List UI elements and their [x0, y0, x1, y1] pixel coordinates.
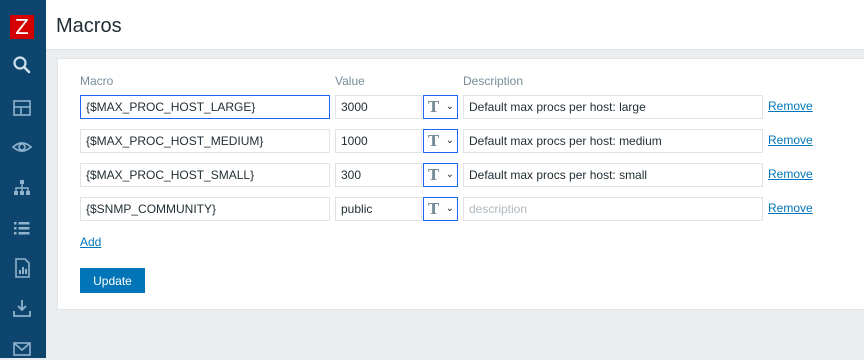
page-header: Macros — [46, 0, 864, 50]
macro-name-input[interactable]: {$MAX_PROC_HOST_LARGE} — [80, 95, 330, 119]
macro-value-input[interactable]: 3000 — [335, 95, 422, 119]
remove-link[interactable]: Remove — [768, 99, 813, 113]
chevron-down-icon: ⌄ — [445, 135, 454, 146]
macro-value-input[interactable]: 1000 — [335, 129, 422, 153]
search-icon[interactable] — [11, 54, 33, 76]
macro-name-input[interactable]: {$MAX_PROC_HOST_MEDIUM} — [80, 129, 330, 153]
column-header-macro: Macro — [80, 74, 114, 88]
column-header-value: Value — [335, 74, 365, 88]
text-type-icon: T — [428, 98, 440, 116]
download-icon[interactable] — [11, 297, 33, 319]
monitoring-icon[interactable] — [11, 136, 33, 158]
list-icon[interactable] — [11, 217, 33, 239]
zabbix-logo[interactable]: Z — [10, 15, 34, 39]
value-type-select[interactable]: T ⌄ — [423, 163, 458, 187]
macro-name-input[interactable]: {$MAX_PROC_HOST_SMALL} — [80, 163, 330, 187]
column-header-description: Description — [463, 74, 524, 88]
sidebar: Z — [0, 0, 46, 358]
mail-icon[interactable] — [11, 338, 33, 360]
macro-name-input[interactable]: {$SNMP_COMMUNITY} — [80, 197, 330, 221]
remove-link[interactable]: Remove — [768, 201, 813, 215]
macro-description-input[interactable]: Default max procs per host: large — [463, 95, 763, 119]
text-type-icon: T — [428, 200, 440, 218]
add-macro-link[interactable]: Add — [80, 235, 101, 249]
page-title: Macros — [56, 15, 122, 37]
macro-value-input[interactable]: 300 — [335, 163, 422, 187]
text-type-icon: T — [428, 166, 440, 184]
text-type-icon: T — [428, 132, 440, 150]
macros-form: Macro Value Description {$MAX_PROC_HOST_… — [57, 58, 864, 310]
reports-icon[interactable] — [11, 257, 33, 279]
chevron-down-icon: ⌄ — [445, 203, 454, 214]
macro-description-input[interactable]: description — [463, 197, 763, 221]
macro-value-input[interactable]: public — [335, 197, 422, 221]
value-type-select[interactable]: T ⌄ — [423, 197, 458, 221]
value-type-select[interactable]: T ⌄ — [423, 129, 458, 153]
chevron-down-icon: ⌄ — [445, 169, 454, 180]
inventory-icon[interactable] — [11, 177, 33, 199]
chevron-down-icon: ⌄ — [445, 101, 454, 112]
remove-link[interactable]: Remove — [768, 167, 813, 181]
dashboard-icon[interactable] — [11, 97, 33, 119]
macro-description-input[interactable]: Default max procs per host: small — [463, 163, 763, 187]
value-type-select[interactable]: T ⌄ — [423, 95, 458, 119]
macro-description-input[interactable]: Default max procs per host: medium — [463, 129, 763, 153]
update-button[interactable]: Update — [80, 268, 145, 293]
remove-link[interactable]: Remove — [768, 133, 813, 147]
